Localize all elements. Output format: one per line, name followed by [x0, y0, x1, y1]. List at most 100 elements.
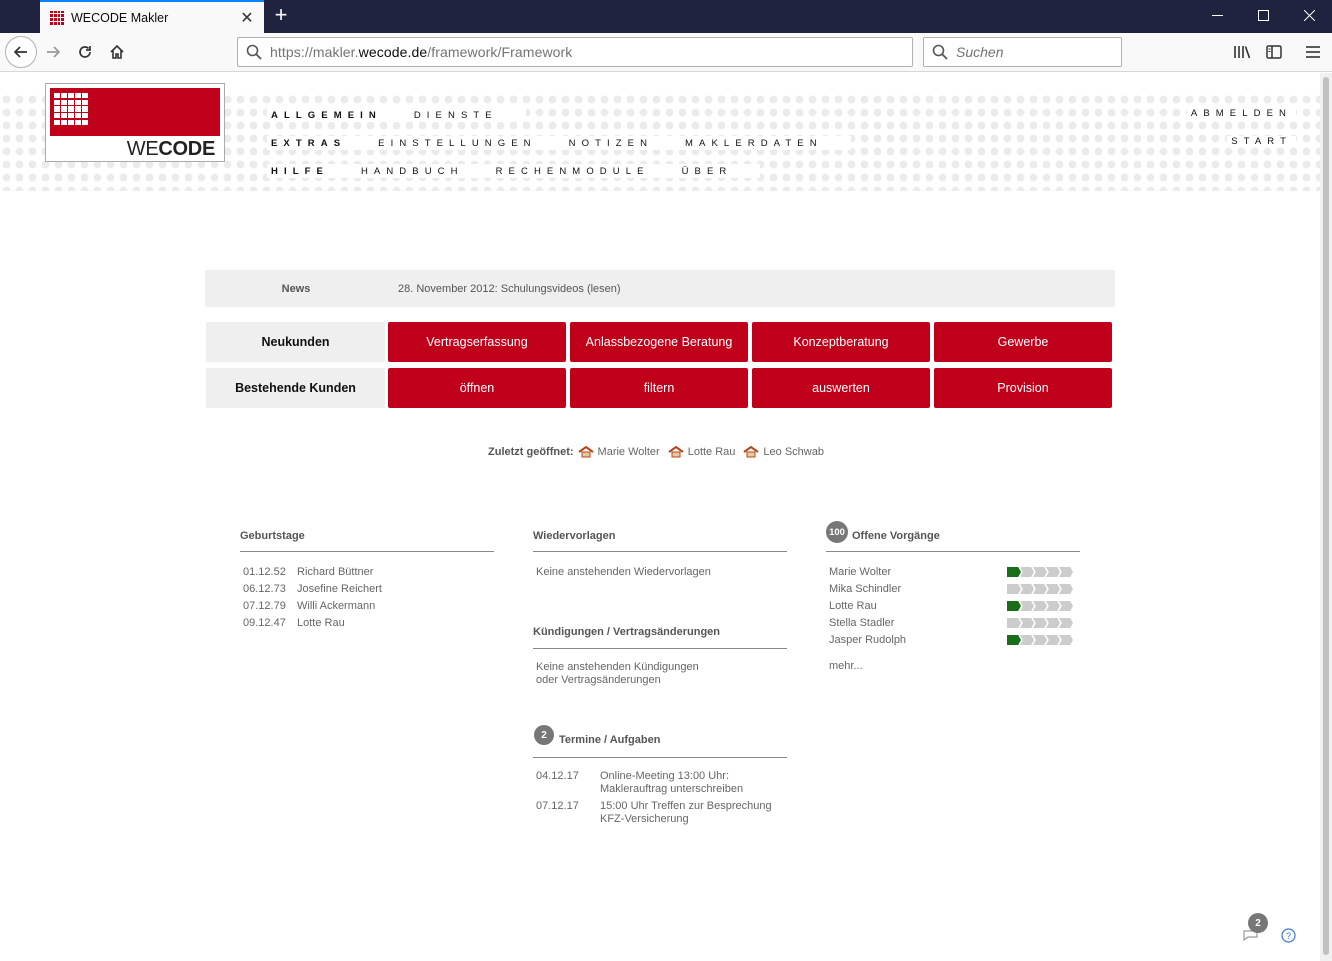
auswerten-button[interactable]: auswerten — [752, 368, 930, 408]
process-progress — [1007, 584, 1073, 594]
scrollbar-thumb[interactable] — [1323, 77, 1329, 955]
process-progress — [1007, 618, 1073, 628]
process-name[interactable]: Marie Wolter — [829, 566, 891, 579]
news-bar: News 28. November 2012: Schulungsvideos … — [205, 270, 1115, 307]
close-tab-icon[interactable]: ✕ — [236, 8, 258, 28]
birthday-name[interactable]: Willi Ackermann — [297, 600, 375, 613]
process-progress — [1007, 601, 1073, 611]
filtern-button[interactable]: filtern — [570, 368, 748, 408]
cancellations-empty-line1: Keine anstehenden Kündigungen — [536, 661, 699, 673]
birthday-date: 09.12.47 — [243, 617, 286, 629]
resubmissions-title: Wiedervorlagen — [533, 530, 616, 542]
progress-step — [1007, 584, 1021, 594]
resubmissions-empty: Keine anstehenden Wiedervorlagen — [536, 566, 711, 578]
help-button[interactable]: ? — [1281, 928, 1296, 948]
browser-titlebar: WECODE Makler ✕ + — [0, 0, 1332, 33]
appointments-divider — [533, 757, 787, 758]
recent-item[interactable]: Leo Schwab — [743, 446, 824, 458]
library-icon — [1234, 46, 1251, 59]
menu-ueber[interactable]: ÜBER — [677, 165, 737, 177]
menu-dienste[interactable]: DIENSTE — [409, 109, 502, 121]
url-bar[interactable]: https://makler.wecode.de/framework/Frame… — [237, 37, 913, 67]
menu-start[interactable]: START — [1227, 136, 1296, 147]
resubmissions-divider — [533, 551, 787, 552]
help-icon: ? — [1281, 928, 1296, 943]
recent-item[interactable]: Lotte Rau — [668, 446, 735, 458]
menu-notizen[interactable]: NOTIZEN — [564, 137, 658, 149]
process-name[interactable]: Lotte Rau — [829, 600, 877, 613]
new-tab-button[interactable]: + — [268, 3, 294, 29]
search-icon — [246, 44, 262, 60]
progress-step — [1007, 635, 1021, 645]
house-icon — [577, 446, 594, 458]
back-button[interactable] — [5, 36, 37, 68]
progress-step — [1059, 635, 1073, 645]
progress-step — [1033, 584, 1047, 594]
process-name[interactable]: Jasper Rudolph — [829, 634, 906, 647]
vertragserfassung-button[interactable]: Vertragserfassung — [388, 322, 566, 362]
search-bar[interactable]: Suchen — [923, 37, 1122, 67]
appointments-count-badge: 2 — [534, 725, 554, 745]
home-button[interactable] — [102, 37, 132, 67]
oeffnen-button[interactable]: öffnen — [388, 368, 566, 408]
gewerbe-button[interactable]: Gewerbe — [934, 322, 1112, 362]
maximize-window-icon[interactable] — [1240, 0, 1286, 33]
forward-button[interactable] — [38, 37, 68, 67]
process-progress — [1007, 635, 1073, 645]
birthday-date: 01.12.52 — [243, 566, 286, 578]
progress-step — [1046, 567, 1060, 577]
process-name[interactable]: Mika Schindler — [829, 583, 901, 596]
anlassbezogene-beratung-button[interactable]: Anlassbezogene Beratung — [570, 322, 748, 362]
progress-step — [1059, 567, 1073, 577]
birthday-name[interactable]: Josefine Reichert — [297, 583, 382, 596]
progress-step — [1033, 567, 1047, 577]
menu-einstellungen[interactable]: EINSTELLUNGEN — [374, 137, 541, 149]
menu-abmelden[interactable]: ABMELDEN — [1186, 108, 1296, 119]
appointment-text-line1[interactable]: Online-Meeting 13:00 Uhr: — [600, 770, 729, 783]
logo-text: WECODE — [126, 138, 216, 160]
menu-handbuch[interactable]: HANDBUCH — [356, 165, 468, 177]
appointments-title: Termine / Aufgaben — [559, 734, 661, 746]
progress-step — [1033, 635, 1047, 645]
minimize-window-icon[interactable] — [1194, 0, 1240, 33]
home-icon — [110, 44, 124, 59]
progress-step — [1046, 584, 1060, 594]
page-scrollbar[interactable] — [1320, 73, 1332, 961]
sidebar-button[interactable] — [1259, 37, 1289, 67]
menu-button[interactable] — [1298, 37, 1328, 67]
page-content: WECODE ALLGEMEIN DIENSTE ABMELDEN EXTRAS… — [0, 73, 1320, 961]
wecode-logo[interactable]: WECODE — [45, 83, 225, 162]
progress-step — [1020, 635, 1034, 645]
library-button[interactable] — [1227, 37, 1257, 67]
progress-step — [1007, 567, 1021, 577]
forward-arrow-icon — [47, 46, 61, 58]
provision-button[interactable]: Provision — [934, 368, 1112, 408]
menu-hilfe[interactable]: HILFE — [267, 165, 333, 177]
menu-rechenmodule[interactable]: RECHENMODULE — [491, 165, 654, 177]
appointment-text-line2[interactable]: Maklerauftrag unterschreiben — [600, 783, 743, 796]
browser-tab[interactable]: WECODE Makler ✕ — [40, 0, 264, 33]
menu-extras[interactable]: EXTRAS — [267, 137, 351, 149]
menu-allgemein[interactable]: ALLGEMEIN — [267, 109, 386, 121]
open-processes-title: Offene Vorgänge — [852, 530, 940, 542]
konzeptberatung-button[interactable]: Konzeptberatung — [752, 322, 930, 362]
birthday-name[interactable]: Richard Büttner — [297, 566, 373, 579]
process-name[interactable]: Stella Stadler — [829, 617, 894, 630]
open-processes-count-badge: 100 — [826, 521, 848, 543]
progress-step — [1059, 584, 1073, 594]
search-icon — [932, 44, 948, 60]
reload-button[interactable] — [70, 37, 100, 67]
logo-grid-icon — [54, 93, 88, 125]
appointment-text-line1[interactable]: 15:00 Uhr Treffen zur Besprechung — [600, 800, 772, 813]
menu-row-extras: EXTRAS EINSTELLUNGEN NOTIZEN MAKLERDATEN — [267, 136, 851, 150]
appointment-text-line2[interactable]: KFZ-Versicherung — [600, 813, 689, 826]
menu-maklerdaten[interactable]: MAKLERDATEN — [681, 137, 827, 149]
progress-step — [1020, 618, 1034, 628]
recent-item[interactable]: Marie Wolter — [577, 446, 660, 458]
close-window-icon[interactable] — [1286, 0, 1332, 33]
birthday-name[interactable]: Lotte Rau — [297, 617, 345, 630]
news-text[interactable]: 28. November 2012: Schulungsvideos (lese… — [398, 283, 621, 295]
progress-step — [1046, 635, 1060, 645]
more-link[interactable]: mehr... — [829, 660, 863, 673]
menu-row-allgemein: ALLGEMEIN DIENSTE — [267, 108, 526, 122]
